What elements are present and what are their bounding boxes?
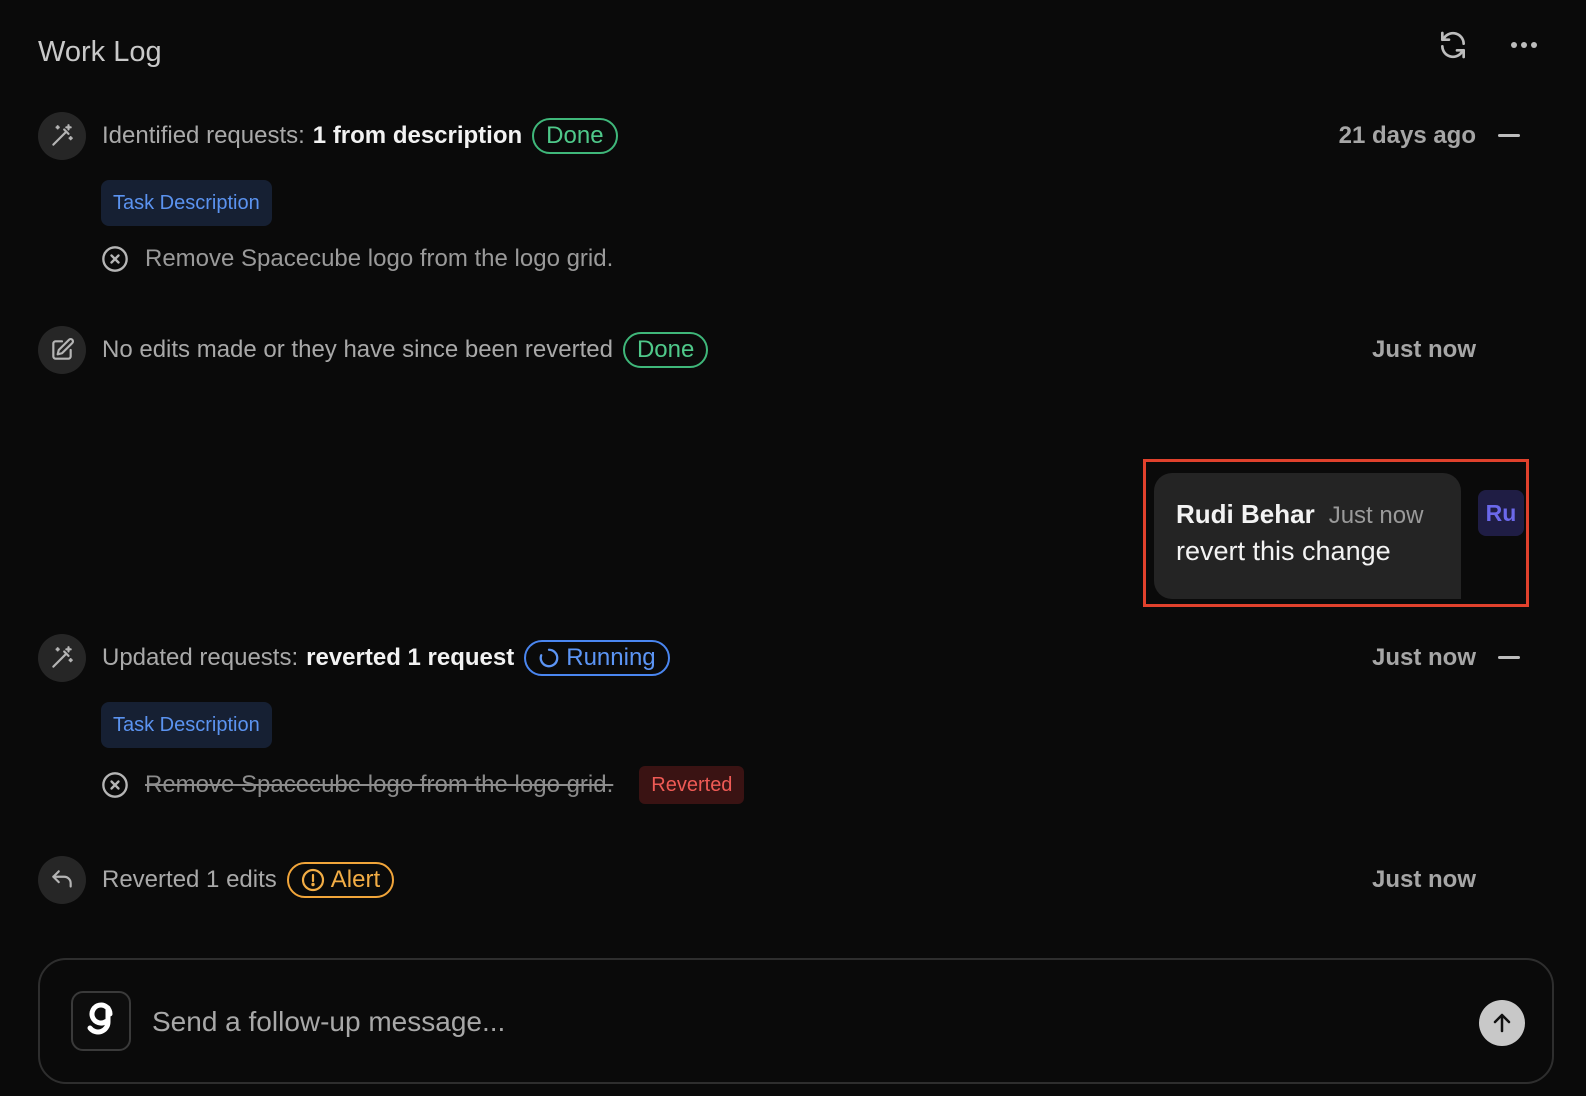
alert-icon [301, 868, 324, 892]
entry-time: Just now [1371, 336, 1476, 363]
collapse-button[interactable] [1498, 656, 1520, 659]
user-message-bubble: Rudi Behar Just now revert this change [1154, 473, 1461, 599]
message-author: Rudi Behar [1176, 499, 1315, 529]
reverted-badge: Reverted [639, 766, 745, 804]
entry-label: No edits made or they have since been re… [102, 336, 613, 363]
request-item-reverted: Remove Spacecube logo from the logo grid… [101, 766, 745, 804]
avatar[interactable]: Ru [1478, 490, 1524, 536]
request-text: Remove Spacecube logo from the logo grid… [145, 245, 614, 272]
message-time: Just now [1328, 502, 1424, 529]
message-input[interactable] [150, 996, 1354, 1048]
collapse-button[interactable] [1498, 134, 1520, 137]
status-badge-running: Running [524, 640, 670, 676]
spinner-icon [539, 648, 559, 668]
entry-detail: 1 from description [312, 122, 523, 149]
entry-time: 21 days ago [1338, 122, 1476, 149]
request-item: Remove Spacecube logo from the logo grid… [101, 241, 613, 277]
status-badge-done: Done [622, 332, 709, 368]
message-composer [38, 958, 1554, 1084]
magic-wand-icon [38, 634, 86, 682]
task-description-chip[interactable]: Task Description [101, 702, 272, 748]
send-button[interactable] [1479, 1000, 1525, 1046]
request-text: Remove Spacecube logo from the logo grid… [145, 771, 614, 798]
arrow-up-icon [1493, 1013, 1511, 1033]
page-title: Work Log [38, 36, 162, 68]
entry-label: Reverted 1 edits [102, 866, 277, 893]
undo-icon [38, 856, 86, 904]
magic-wand-icon [38, 112, 86, 160]
log-entry-updated-requests: Updated requests: reverted 1 request Run… [38, 634, 1548, 682]
log-entry-identified-requests: Identified requests: 1 from description … [38, 112, 1548, 160]
entry-time: Just now [1371, 866, 1476, 893]
message-text: revert this change [1176, 536, 1391, 566]
log-entry-no-edits: No edits made or they have since been re… [38, 326, 1548, 374]
task-description-chip[interactable]: Task Description [101, 180, 272, 226]
edit-icon [38, 326, 86, 374]
entry-time: Just now [1371, 644, 1476, 671]
more-horizontal-icon[interactable] [1504, 25, 1544, 65]
status-badge-done: Done [532, 118, 618, 154]
refresh-icon[interactable] [1433, 25, 1473, 65]
entry-label: Updated requests: [102, 644, 299, 671]
close-circle-icon [101, 245, 129, 273]
close-circle-icon [101, 771, 129, 799]
entry-label: Identified requests: [102, 122, 305, 149]
entry-detail: reverted 1 request [306, 644, 515, 671]
app-logo-icon [71, 991, 131, 1051]
log-entry-reverted-edits: Reverted 1 edits Alert Just now [38, 856, 1548, 904]
status-badge-alert: Alert [286, 862, 395, 898]
